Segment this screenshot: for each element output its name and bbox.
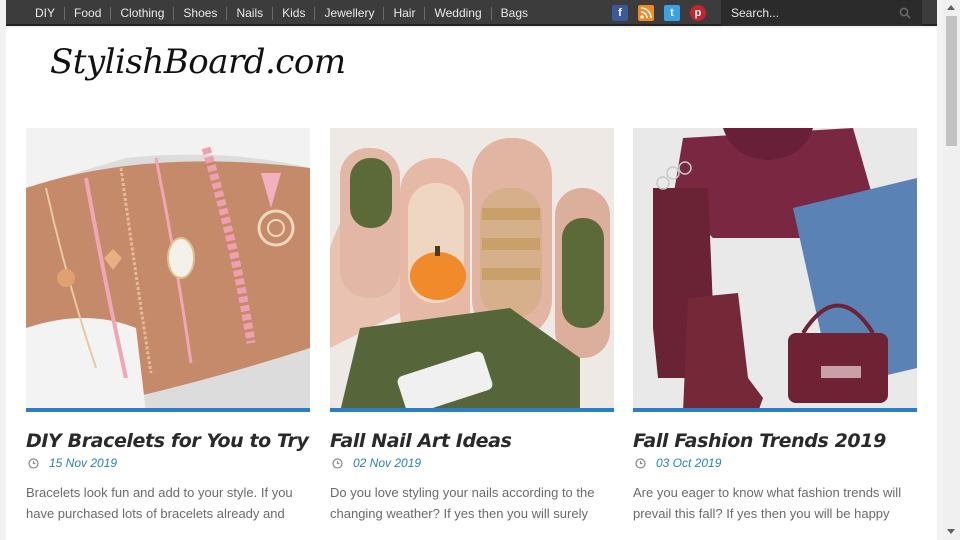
post-excerpt: Are you eager to know what fashion trend… xyxy=(633,485,902,521)
post-excerpt: Bracelets look fun and add to your style… xyxy=(26,485,293,521)
search-icon[interactable] xyxy=(899,7,911,19)
post-meta: 03 Oct 2019 xyxy=(633,456,917,470)
nav-item-nails[interactable]: Nails xyxy=(226,6,272,20)
social-links: f t p xyxy=(612,5,706,21)
scrollbar-thumb[interactable] xyxy=(946,16,957,146)
nav-item-food[interactable]: Food xyxy=(64,6,110,20)
nav-item-bags[interactable]: Bags xyxy=(490,6,537,20)
post-card: Fall Fashion Trends 2019 03 Oct 2019 Are… xyxy=(633,128,917,524)
post-meta: 02 Nov 2019 xyxy=(330,456,614,470)
pinterest-icon[interactable]: p xyxy=(690,5,706,21)
main-menu: DIY Food Clothing Shoes Nails Kids Jewel… xyxy=(28,0,537,26)
post-image-nails[interactable] xyxy=(330,128,614,412)
twitter-icon[interactable]: t xyxy=(664,5,680,21)
post-card: Fall Nail Art Ideas 02 Nov 2019 Do you l… xyxy=(330,128,614,524)
page-content: StylishBoard.com DIY Bracelets for You t… xyxy=(6,28,937,540)
post-excerpt: Do you love styling your nails according… xyxy=(330,485,595,521)
nav-item-clothing[interactable]: Clothing xyxy=(110,6,173,20)
post-title[interactable]: Fall Nail Art Ideas xyxy=(330,430,614,452)
clock-icon xyxy=(332,457,343,469)
facebook-icon[interactable]: f xyxy=(612,5,628,21)
nav-item-kids[interactable]: Kids xyxy=(272,6,314,20)
scroll-up-arrow-icon[interactable] xyxy=(947,5,955,10)
post-card: DIY Bracelets for You to Try 15 Nov 2019… xyxy=(26,128,310,524)
search-box xyxy=(721,0,922,26)
scroll-down-arrow-icon[interactable] xyxy=(947,529,955,534)
clock-icon xyxy=(635,457,646,469)
post-date: 15 Nov 2019 xyxy=(49,456,118,470)
post-image-fashion[interactable] xyxy=(633,128,917,412)
nav-item-diy[interactable]: DIY xyxy=(28,6,64,20)
clock-icon xyxy=(28,457,39,469)
nav-item-shoes[interactable]: Shoes xyxy=(173,6,226,20)
post-date: 02 Nov 2019 xyxy=(353,456,422,470)
nav-item-hair[interactable]: Hair xyxy=(383,6,424,20)
search-input[interactable] xyxy=(721,0,896,26)
post-title[interactable]: DIY Bracelets for You to Try xyxy=(26,430,310,452)
nav-item-wedding[interactable]: Wedding xyxy=(424,6,490,20)
rss-icon[interactable] xyxy=(638,5,654,21)
post-date: 03 Oct 2019 xyxy=(656,456,722,470)
post-meta: 15 Nov 2019 xyxy=(26,456,310,470)
nav-item-jewellery[interactable]: Jewellery xyxy=(314,6,383,20)
vertical-scrollbar[interactable] xyxy=(943,0,960,540)
post-image-bracelets[interactable] xyxy=(26,128,310,412)
site-logo[interactable]: StylishBoard.com xyxy=(50,42,346,82)
top-nav-bar: DIY Food Clothing Shoes Nails Kids Jewel… xyxy=(6,0,937,26)
post-title[interactable]: Fall Fashion Trends 2019 xyxy=(633,430,917,452)
